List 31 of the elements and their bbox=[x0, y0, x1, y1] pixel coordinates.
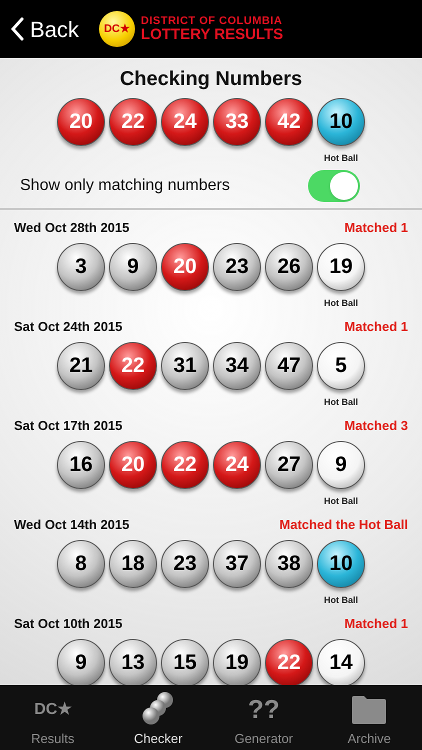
tab-bar-item[interactable]: ?? Generator bbox=[211, 685, 316, 750]
draw-date: Sat Oct 10th 2015 bbox=[14, 614, 122, 632]
tab-bar-item[interactable]: Checker bbox=[106, 685, 211, 750]
match-result: Matched 3 bbox=[344, 416, 408, 434]
hot-ball-label: Hot Ball bbox=[324, 594, 358, 607]
hot-ball-label: Hot Ball bbox=[324, 495, 358, 508]
tab-bar-item[interactable]: DC★ Results bbox=[0, 685, 106, 750]
draw-date: Wed Oct 28th 2015 bbox=[14, 218, 130, 236]
toggle-switch[interactable] bbox=[308, 170, 360, 202]
draw-date: Wed Oct 14th 2015 bbox=[14, 516, 130, 534]
back-button[interactable]: Back bbox=[10, 12, 79, 46]
match-result: Matched the Hot Ball bbox=[279, 516, 408, 534]
hot-ball-label: Hot Ball bbox=[324, 396, 358, 409]
back-chevron-icon bbox=[10, 17, 24, 41]
logo-subtitle: LOTTERY RESULTS bbox=[140, 27, 284, 42]
draw-date: Sat Oct 24th 2015 bbox=[14, 318, 122, 336]
hot-ball-label: Hot Ball bbox=[324, 297, 358, 310]
question-marks-icon: ?? bbox=[248, 694, 280, 724]
match-result: Matched 1 bbox=[344, 318, 408, 336]
balls-icon bbox=[141, 690, 176, 724]
dc-star-logo-icon: DC★ bbox=[34, 694, 72, 724]
tab-bar-item[interactable]: Archive bbox=[316, 685, 422, 750]
match-result: Matched 1 bbox=[344, 218, 408, 236]
section-title: Checking Numbers bbox=[120, 67, 302, 92]
draw-date: Sat Oct 17th 2015 bbox=[14, 416, 122, 434]
logo-title: DISTRICT OF COLUMBIA bbox=[140, 16, 284, 27]
match-result: Matched 1 bbox=[344, 614, 408, 632]
logo-text: DC★ bbox=[104, 22, 130, 37]
hot-ball-label: Hot Ball bbox=[324, 152, 358, 165]
folder-icon bbox=[351, 694, 388, 724]
filter-label: Show only matching numbers bbox=[20, 176, 230, 196]
